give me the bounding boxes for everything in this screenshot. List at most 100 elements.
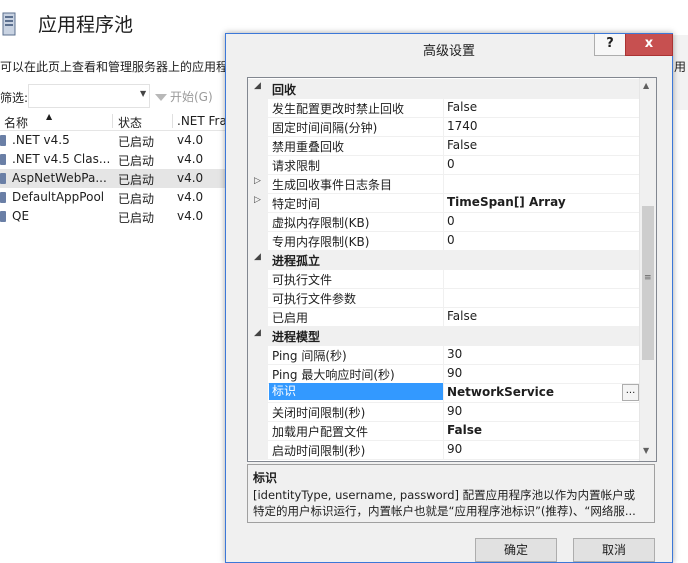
filter-input[interactable] (28, 84, 150, 108)
property-row[interactable]: 固定时间间隔(分钟) 1740 (248, 117, 640, 137)
scroll-thumb[interactable] (642, 206, 654, 360)
col-status[interactable]: 状态 (118, 114, 142, 131)
collapse-icon[interactable]: ◢ (254, 81, 261, 91)
table-row[interactable]: .NET v4.5 已启动 v4.0 (0, 131, 232, 150)
column-divider[interactable] (443, 193, 444, 212)
scroll-down-icon[interactable]: ▼ (643, 446, 649, 455)
column-divider[interactable] (443, 231, 444, 250)
property-row[interactable]: 可执行文件 (248, 269, 640, 289)
property-row[interactable]: 可执行文件参数 (248, 288, 640, 308)
cancel-button[interactable]: 取消 (573, 538, 655, 562)
col-clr[interactable]: .NET Fra (177, 114, 227, 128)
property-value[interactable]: TimeSpan[] Array (447, 195, 637, 209)
column-divider[interactable] (443, 155, 444, 174)
property-value[interactable]: 0 (447, 214, 637, 228)
property-category[interactable]: ◢ 回收 (248, 79, 640, 99)
property-value[interactable]: 0 (447, 233, 637, 247)
property-value[interactable]: 30 (447, 347, 637, 361)
ok-button[interactable]: 确定 (475, 538, 557, 562)
property-grid: ◢ 回收 发生配置更改时禁止回收 False 固定时间间隔(分钟) 1740 禁用重叠回收 F… (247, 77, 657, 462)
property-row[interactable]: ▷ 生成回收事件日志条目 (248, 174, 640, 194)
property-row[interactable]: 专用内存限制(KB) 0 (248, 231, 640, 251)
close-button[interactable]: x (625, 34, 673, 56)
property-value[interactable]: False (447, 423, 637, 437)
property-row[interactable]: ▷ 特定时间 TimeSpan[] Array (248, 193, 640, 213)
property-row[interactable]: 虚拟内存限制(KB) 0 (248, 212, 640, 232)
property-grid-scrollbar[interactable]: ▲ ≡ ▼ (639, 78, 656, 461)
property-row[interactable]: 启动时间限制(秒) 90 (248, 440, 640, 460)
pool-name: AspNetWebPa... (12, 171, 107, 185)
column-divider[interactable] (443, 383, 444, 402)
page-description: 可以在此页上查看和管理服务器上的应用程 (0, 60, 229, 74)
column-divider[interactable] (443, 364, 444, 383)
property-row[interactable]: 关闭时间限制(秒) 90 (248, 402, 640, 422)
filter-label: 筛选: (0, 91, 29, 105)
pool-name: DefaultAppPool (12, 190, 105, 204)
pool-name: .NET v4.5 Clas... (12, 152, 111, 166)
column-divider[interactable] (443, 174, 444, 193)
table-row[interactable]: .NET v4.5 Clas... 已启动 v4.0 (0, 150, 232, 169)
row-gutter (248, 288, 268, 307)
property-value[interactable]: 90 (447, 442, 637, 456)
table-row[interactable]: AspNetWebPa... 已启动 v4.0 (0, 169, 232, 188)
property-value[interactable]: 90 (447, 366, 637, 380)
start-filter-button[interactable]: 开始(G) (155, 88, 213, 105)
property-category[interactable]: ◢ 进程模型 (248, 326, 640, 346)
column-divider[interactable] (443, 421, 444, 440)
col-name[interactable]: 名称 (4, 114, 28, 131)
column-divider[interactable] (443, 117, 444, 136)
property-value[interactable]: False (447, 309, 637, 323)
property-value[interactable]: 90 (447, 404, 637, 418)
property-row[interactable]: 加载用户配置文件 False (248, 421, 640, 441)
column-divider[interactable] (443, 212, 444, 231)
row-gutter (248, 136, 268, 155)
column-divider[interactable] (443, 269, 444, 288)
column-divider[interactable] (443, 345, 444, 364)
property-row[interactable]: Ping 间隔(秒) 30 (248, 345, 640, 365)
ellipsis-button[interactable]: ... (622, 384, 639, 401)
property-value[interactable]: False (447, 100, 637, 114)
property-name: 关闭时间限制(秒) (272, 406, 366, 420)
column-divider[interactable] (112, 114, 113, 128)
property-row[interactable]: 标识 NetworkService... (248, 383, 640, 403)
property-value[interactable]: 0 (447, 157, 637, 171)
property-row[interactable]: 请求限制 0 (248, 155, 640, 175)
property-row[interactable]: 禁用重叠回收 False (248, 136, 640, 156)
property-name: 可执行文件 (272, 273, 333, 287)
filter-dropdown-icon[interactable]: ▼ (140, 89, 146, 98)
column-divider[interactable] (443, 402, 444, 421)
property-value[interactable]: NetworkService (447, 385, 637, 399)
app-pool-icon (0, 135, 6, 146)
description-line-2: 特定的用户标识运行，内置帐户也就是“应用程序池标识”(推荐)、“网络服... (253, 504, 636, 518)
property-name: 进程孤立 (272, 254, 321, 268)
property-row[interactable]: 发生配置更改时禁止回收 False (248, 98, 640, 118)
pools-table-header: 名称 ▲ 状态 .NET Fra (0, 112, 232, 131)
table-row[interactable]: DefaultAppPool 已启动 v4.0 (0, 188, 232, 207)
pool-clr: v4.0 (177, 209, 204, 223)
expand-icon[interactable]: ▷ (254, 195, 261, 205)
collapse-icon[interactable]: ◢ (254, 328, 261, 338)
column-divider[interactable] (443, 98, 444, 117)
scroll-up-icon[interactable]: ▲ (643, 81, 649, 90)
column-divider[interactable] (443, 307, 444, 326)
table-row[interactable]: QE 已启动 v4.0 (0, 207, 232, 226)
property-value[interactable]: False (447, 138, 637, 152)
column-divider[interactable] (443, 136, 444, 155)
property-value[interactable]: 1740 (447, 119, 637, 133)
property-category[interactable]: ◢ 进程孤立 (248, 250, 640, 270)
property-row[interactable]: 已启用 False (248, 307, 640, 327)
help-button[interactable]: ? (594, 34, 626, 56)
app-pool-icon (0, 154, 6, 165)
row-gutter (248, 98, 268, 117)
server-icon (2, 12, 16, 36)
property-name: 加载用户配置文件 (272, 425, 369, 439)
dialog-titlebar[interactable]: 高级设置 ? x (226, 34, 673, 61)
collapse-icon[interactable]: ◢ (254, 252, 261, 262)
expand-icon[interactable]: ▷ (254, 176, 261, 186)
property-row[interactable]: Ping 最大响应时间(秒) 90 (248, 364, 640, 384)
property-name: 发生配置更改时禁止回收 (272, 102, 405, 116)
column-divider[interactable] (172, 114, 173, 128)
column-divider[interactable] (443, 440, 444, 459)
description-line-1: [identityType, username, password] 配置应用程… (253, 488, 636, 502)
column-divider[interactable] (443, 288, 444, 307)
